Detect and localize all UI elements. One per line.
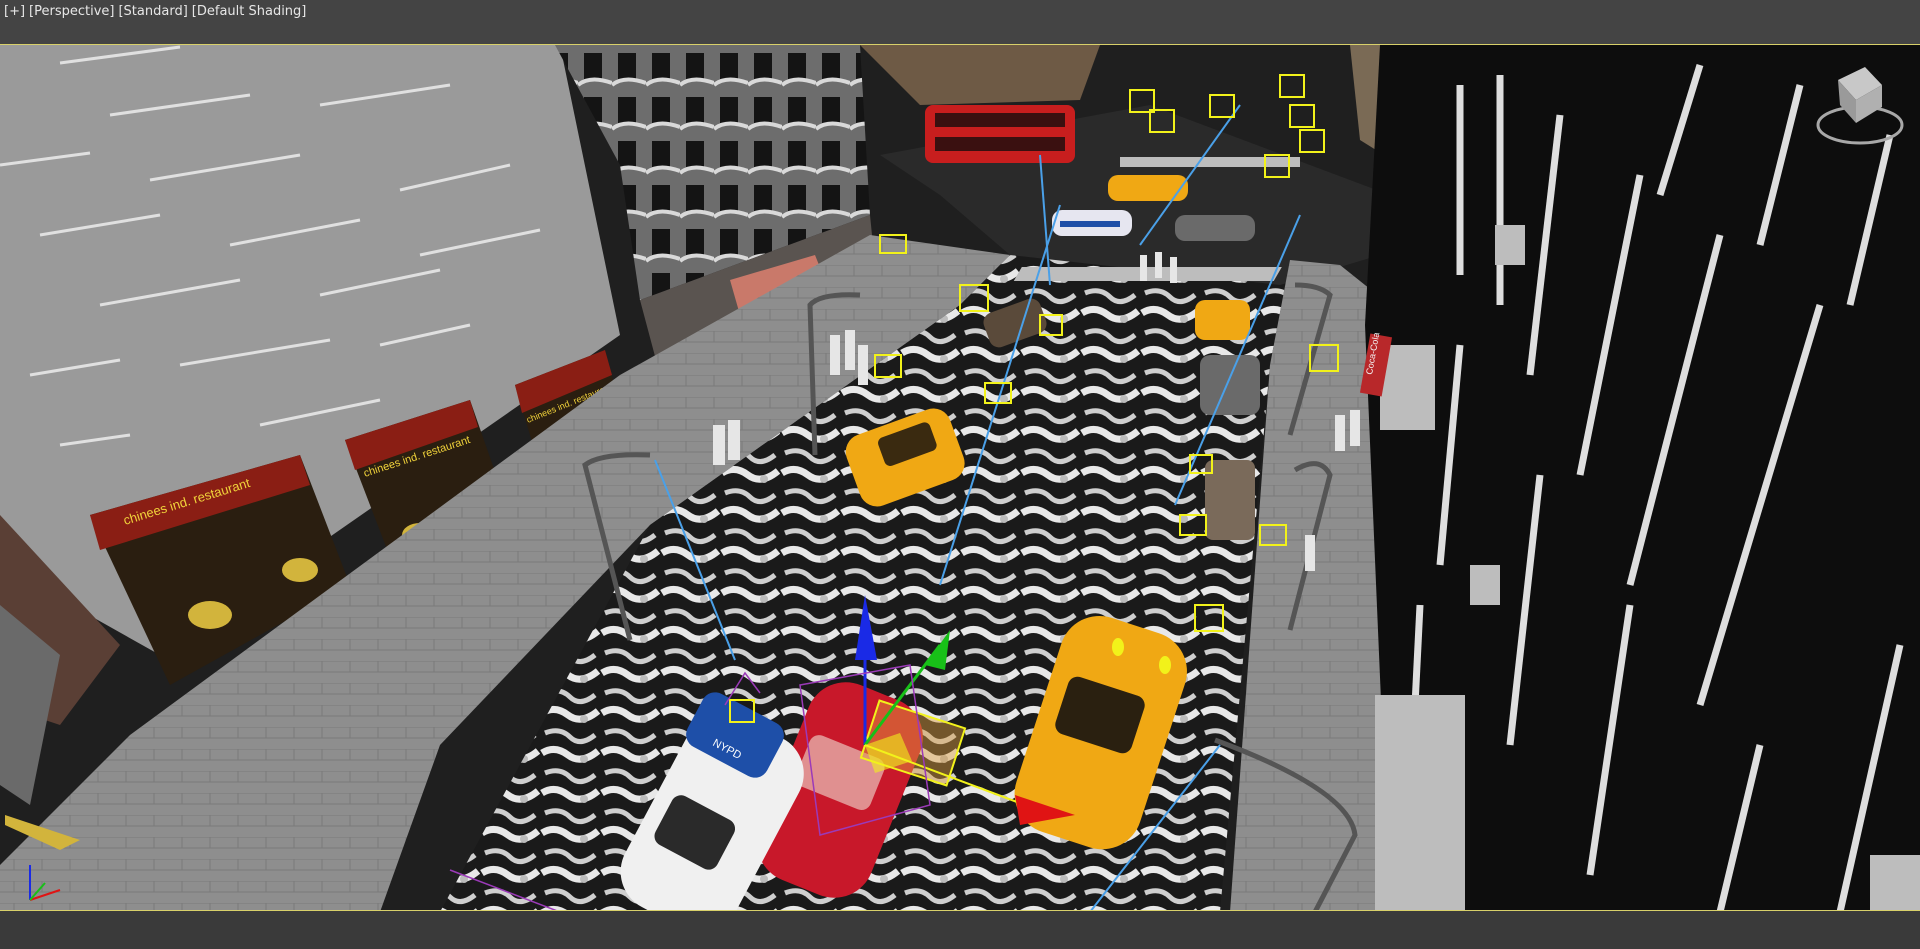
scene-render[interactable]: chinees ind. restaurant chinees ind. res… [0,45,1920,911]
viewport-label: [+] [Perspective] [Standard] [Default Sh… [4,4,306,19]
viewport-menu-shading[interactable]: [Default Shading] [192,4,307,19]
bottom-bar [0,911,1920,949]
viewport-menu-perspective[interactable]: [Perspective] [29,4,114,19]
viewport-menu-plus[interactable]: [+] [4,4,25,19]
double-decker-bus[interactable] [925,105,1075,163]
viewport-toolbar: [+] [Perspective] [Standard] [Default Sh… [0,0,1920,44]
perspective-viewport[interactable]: chinees ind. restaurant chinees ind. res… [0,44,1920,911]
viewport-menu-standard[interactable]: [Standard] [118,4,187,19]
